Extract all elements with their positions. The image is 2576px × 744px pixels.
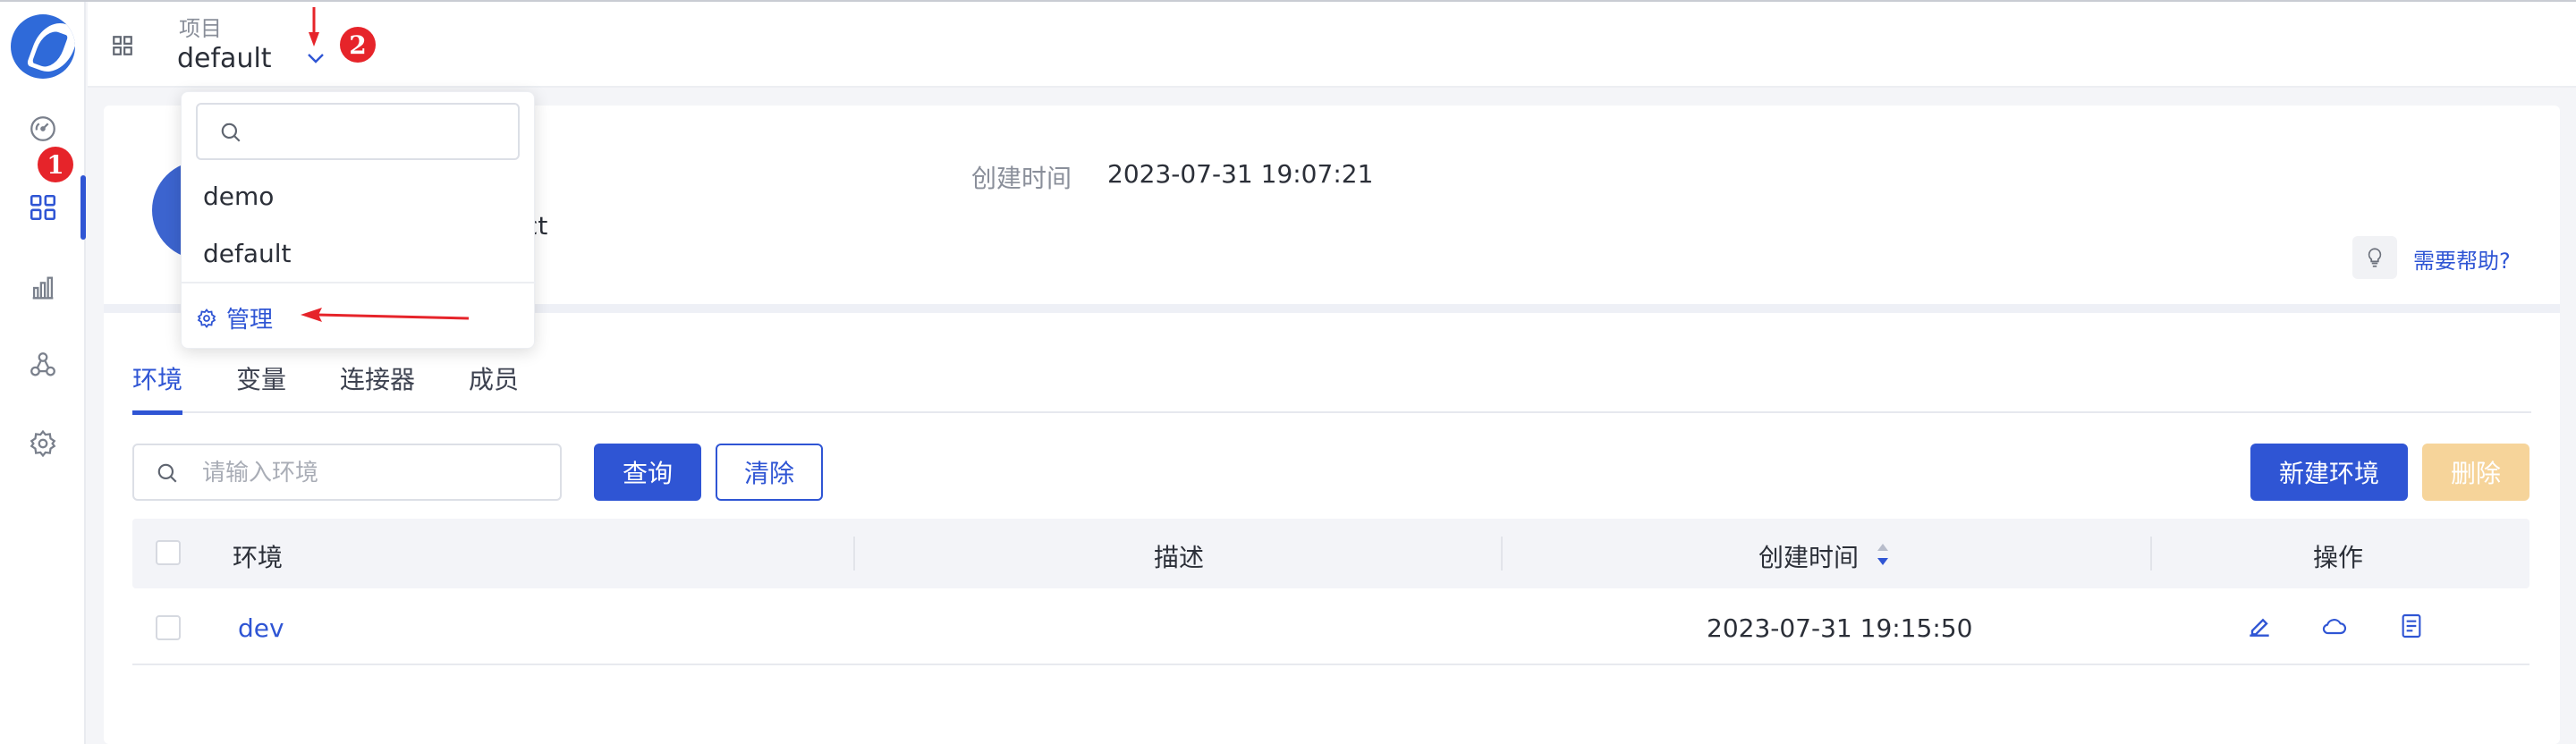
- table-row: dev 2023-07-31 19:15:50: [132, 590, 2529, 665]
- search-icon: [221, 123, 241, 142]
- tab-bar: 环境 变量 连接器 成员: [132, 361, 2531, 415]
- project-created-value: 2023-07-31 19:07:21: [1107, 159, 1374, 189]
- top-header: 项目 default 2: [88, 2, 2576, 88]
- share-icon: [30, 352, 55, 376]
- column-header-created[interactable]: 创建时间: [1758, 538, 1859, 574]
- tab-environments[interactable]: 环境: [132, 361, 183, 415]
- left-rail: [0, 2, 86, 744]
- help-link[interactable]: 需要帮助?: [2413, 243, 2511, 275]
- dropdown-search[interactable]: [196, 103, 520, 160]
- chevron-down-icon[interactable]: [306, 52, 326, 64]
- chart-icon: [32, 276, 54, 300]
- dropdown-manage-link[interactable]: 管理: [196, 301, 273, 334]
- column-header-actions: 操作: [2313, 543, 2364, 572]
- rail-settings[interactable]: [0, 408, 86, 479]
- annotation-badge-2: 2: [340, 27, 376, 63]
- project-selector-value[interactable]: default: [177, 43, 272, 74]
- gear-icon: [197, 308, 216, 328]
- document-icon[interactable]: [2397, 612, 2426, 640]
- environment-name-link[interactable]: dev: [238, 613, 284, 643]
- manage-label: 管理: [226, 307, 274, 334]
- environment-search[interactable]: [132, 444, 562, 501]
- rail-reports[interactable]: [0, 252, 86, 324]
- dropdown-divider: [182, 282, 536, 283]
- sort-icon[interactable]: [1875, 542, 1891, 567]
- dropdown-item-default[interactable]: default: [203, 239, 292, 268]
- search-icon: [157, 463, 177, 483]
- dashboard-icon: [30, 116, 55, 141]
- column-separator: [853, 537, 855, 571]
- settings-icon: [30, 429, 56, 458]
- help-button[interactable]: [2352, 236, 2397, 279]
- table-header: 环境 描述 创建时间 操作: [132, 519, 2529, 588]
- cloud-icon[interactable]: [2320, 612, 2349, 640]
- tab-variables[interactable]: 变量: [236, 361, 286, 413]
- app-logo[interactable]: [11, 14, 75, 79]
- column-header-environment: 环境: [233, 543, 284, 572]
- annotation-badge-1: 1: [38, 147, 73, 182]
- column-header-description: 描述: [1154, 543, 1205, 572]
- tab-members[interactable]: 成员: [469, 361, 519, 413]
- edit-icon[interactable]: [2245, 612, 2274, 640]
- dropdown-item-demo[interactable]: demo: [203, 182, 274, 211]
- apps-icon[interactable]: [111, 34, 134, 57]
- project-created-label: 创建时间: [971, 164, 1072, 193]
- environment-created: 2023-07-31 19:15:50: [1707, 613, 1973, 643]
- select-all-checkbox[interactable]: [156, 540, 181, 565]
- lightbulb-icon: [2368, 248, 2382, 267]
- annotation-arrow-left: [301, 308, 470, 322]
- tab-connectors[interactable]: 连接器: [340, 361, 415, 413]
- clear-button[interactable]: 清除: [716, 444, 823, 501]
- new-environment-button[interactable]: 新建环境: [2250, 444, 2408, 501]
- query-button[interactable]: 查询: [594, 444, 701, 501]
- delete-button[interactable]: 删除: [2422, 444, 2529, 501]
- column-separator: [1501, 537, 1503, 571]
- environment-search-input[interactable]: [202, 454, 551, 492]
- apps-icon: [30, 194, 56, 221]
- rail-projects[interactable]: [0, 172, 86, 243]
- annotation-arrow-down: [309, 7, 319, 46]
- rail-integrations[interactable]: [0, 329, 86, 401]
- row-checkbox[interactable]: [156, 615, 181, 640]
- column-separator: [2150, 537, 2152, 571]
- project-label: 项目: [179, 16, 222, 41]
